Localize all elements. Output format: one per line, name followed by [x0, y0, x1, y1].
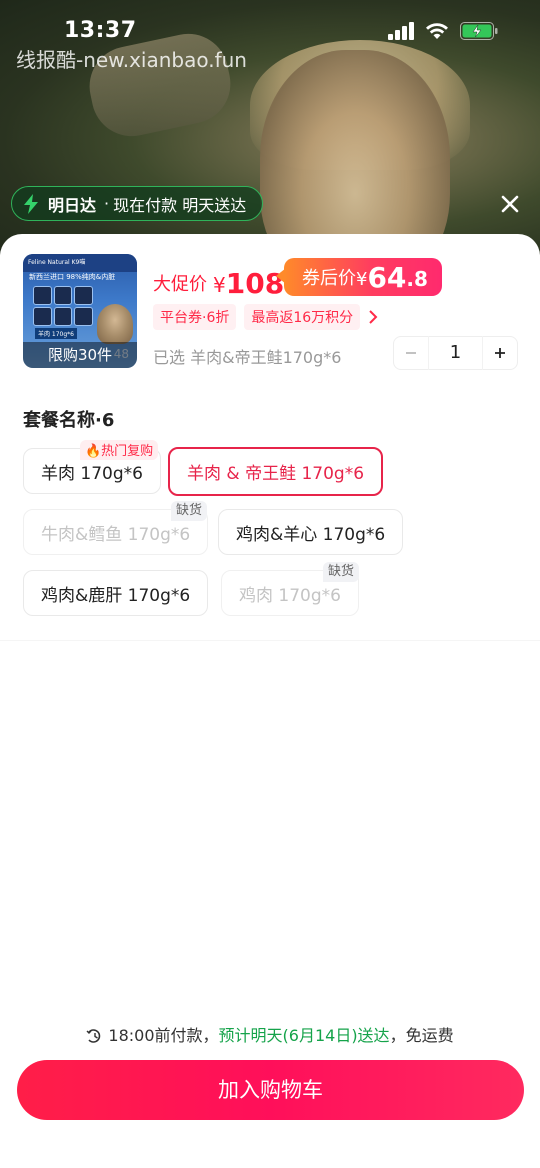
out-of-stock-badge: 缺货: [171, 501, 208, 521]
package-section-title: 套餐名称·6: [23, 410, 115, 431]
estimated-arrival-text: 预计明天(6月14日)送达: [218, 1026, 390, 1045]
plus-icon: [495, 348, 505, 358]
video-figure-face: [260, 50, 450, 260]
order-cutoff-text: 18:00前付款，: [108, 1026, 219, 1045]
hot-repurchase-badge: 🔥热门复购: [80, 440, 159, 460]
promo-price-label: 大促价: [153, 274, 207, 295]
close-button[interactable]: [496, 190, 524, 218]
section-divider: [0, 640, 540, 641]
coupon-currency: ¥: [356, 269, 368, 290]
delivery-estimate-note: 18:00前付款，预计明天(6月14日)送达，免运费: [0, 1022, 540, 1046]
purchase-limit-label: 限购30件: [23, 342, 137, 368]
selected-sku-text: 已选 羊肉&帝王鲑170g*6: [153, 348, 342, 367]
promo-currency: ¥: [213, 273, 226, 297]
product-thumbnail[interactable]: Feline Natural K9喵 新西兰进口 98%纯肉&内脏 羊肉 170…: [23, 254, 137, 368]
delivery-badge-title: 明日达: [48, 195, 97, 215]
free-shipping-text: ，免运费: [389, 1026, 454, 1045]
points-rebate-tag: 最高返16万积分: [244, 304, 361, 330]
promo-tags[interactable]: 平台券·6折 最高返16万积分: [153, 304, 378, 330]
close-icon: [501, 195, 519, 213]
thumbnail-brand-header: Feline Natural K9喵: [23, 254, 137, 272]
out-of-stock-badge: 缺货: [323, 562, 360, 582]
decrease-quantity-button[interactable]: [394, 336, 428, 370]
watermark: 线报酷-new.xianbao.fun: [16, 48, 247, 72]
delivery-badge-text: 现在付款 明天送达: [113, 195, 247, 215]
coupon-price-integer: 64: [367, 261, 407, 294]
wifi-icon: [426, 23, 448, 39]
coupon-price-label: 券后价: [302, 268, 356, 289]
status-bar: 13:37 线报酷-new.xianbao.fun: [0, 0, 540, 72]
thumbnail-subline: 新西兰进口 98%纯肉&内脏: [29, 273, 116, 281]
battery-charging-icon: [460, 22, 498, 40]
thumbnail-tag: 羊肉 170g*6: [35, 328, 77, 339]
option-lamb-king-salmon[interactable]: 羊肉 & 帝王鲑 170g*6: [168, 447, 384, 496]
next-day-delivery-badge: 明日达 · 现在付款 明天送达: [11, 186, 264, 221]
quantity-stepper: 1: [393, 336, 518, 370]
coupon-price-badge: 券后价 ¥ 64 .8: [276, 258, 442, 296]
lightning-icon: [24, 193, 38, 214]
promo-price-row: 大促价 ¥ 108: [153, 260, 284, 300]
status-time: 13:37: [64, 18, 137, 43]
option-chicken-venison-liver[interactable]: 鸡肉&鹿肝 170g*6: [23, 570, 209, 616]
quantity-value[interactable]: 1: [428, 336, 483, 370]
signal-icon: [388, 22, 414, 40]
delivery-badge-dot: ·: [104, 194, 110, 213]
minus-icon: [406, 352, 416, 354]
chevron-right-icon: [369, 310, 378, 324]
platform-coupon-tag: 平台券·6折: [153, 304, 237, 330]
add-to-cart-button[interactable]: 加入购物车: [17, 1060, 524, 1120]
coupon-price-decimal: .8: [406, 267, 428, 291]
product-cans-image: [33, 286, 93, 326]
delivery-clock-icon: [86, 1029, 101, 1043]
increase-quantity-button[interactable]: [483, 336, 517, 370]
cat-image: [97, 304, 133, 344]
option-chicken-lamb-heart[interactable]: 鸡肉&羊心 170g*6: [218, 509, 404, 555]
